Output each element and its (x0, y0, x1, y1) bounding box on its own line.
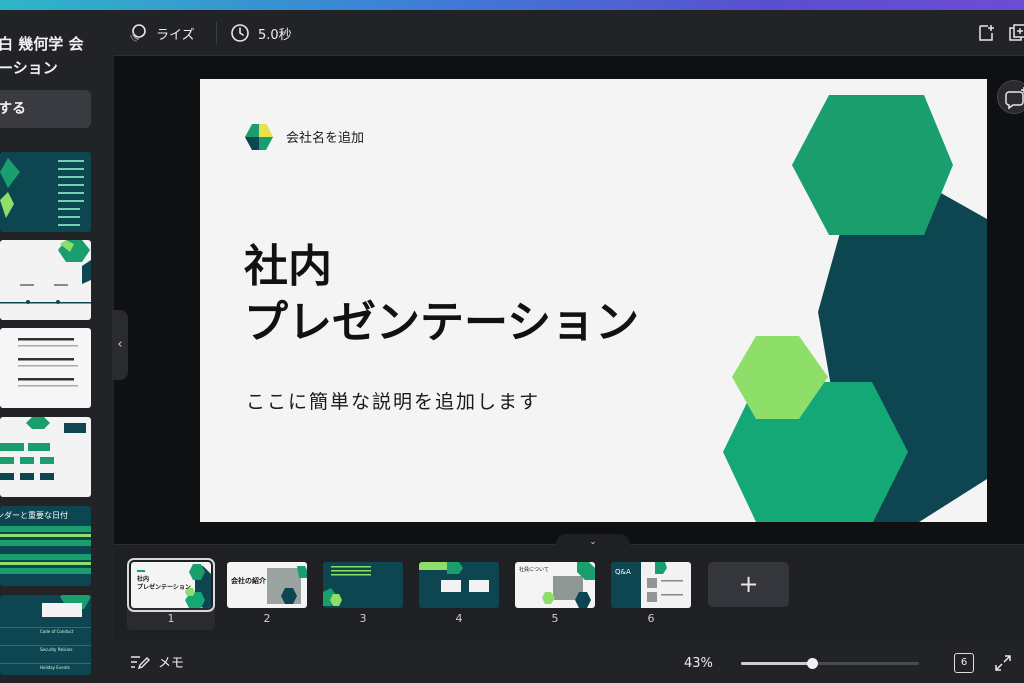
slide-subtitle[interactable]: ここに簡単な説明を追加します (246, 387, 540, 414)
top-accent-bar (0, 0, 1024, 10)
page-number: 6 (647, 612, 655, 625)
page-number: 5 (551, 612, 559, 625)
top-toolbar: ライズ 5.0秒 (114, 10, 1024, 56)
page-thumb-3[interactable] (323, 562, 403, 608)
slide-title-line1: 社内 (244, 241, 332, 292)
left-sidebar: 白 幾何学 会 ーション する ンダーと重要な日付 Code of Conduc… (0, 10, 114, 683)
presentation-title-line1: 白 幾何学 会 (0, 35, 84, 53)
sidebar-slide-thumb[interactable]: ンダーと重要な日付 (0, 506, 91, 586)
fullscreen-icon[interactable] (994, 654, 1012, 672)
animation-button[interactable]: ライズ (128, 10, 195, 56)
notes-label: メモ (158, 656, 185, 671)
sidebar-slide-thumb[interactable] (0, 152, 91, 232)
page-number: 2 (263, 612, 271, 625)
hide-filmstrip-button[interactable]: ⌄ (556, 534, 630, 548)
duplicate-page-icon[interactable] (1008, 23, 1024, 43)
page-number: 4 (455, 612, 463, 625)
duration-button[interactable]: 5.0秒 (230, 10, 292, 56)
comment-plus-icon (1005, 87, 1024, 110)
page-thumb-2[interactable]: 会社の紹介 (227, 562, 307, 608)
sidebar-thumb-row: Holiday Events (40, 665, 70, 670)
add-page-button[interactable]: + (708, 562, 789, 607)
rise-animation-icon (130, 24, 146, 42)
zoom-slider[interactable] (741, 658, 919, 669)
sidebar-thumb-row: Security Policies (40, 647, 73, 652)
sidebar-action-button[interactable]: する (0, 90, 91, 128)
slide-title-line2: プレゼンテーション (244, 297, 640, 348)
duration-label: 5.0秒 (258, 27, 292, 43)
page-thumb-title: 会社の紹介 (231, 577, 266, 585)
page-count-button[interactable]: 6 (954, 653, 974, 673)
page-thumb-title: Q&A (615, 568, 631, 576)
chevron-down-icon: ⌄ (589, 537, 597, 547)
notes-button[interactable]: メモ (130, 652, 184, 671)
page-thumb-1[interactable]: 社内 プレゼンテーション (127, 558, 215, 612)
presentation-title[interactable]: 白 幾何学 会 ーション (0, 32, 83, 80)
page-thumb-4[interactable] (419, 562, 499, 608)
slide-canvas[interactable]: 会社名を追加 社内 プレゼンテーション ここに簡単な説明を追加します (200, 79, 987, 522)
collapse-sidebar-button[interactable]: ‹ (112, 310, 128, 380)
company-logo-icon[interactable] (244, 123, 274, 151)
add-comment-button[interactable] (997, 80, 1024, 114)
zoom-percentage[interactable]: 43% (684, 656, 713, 671)
zoom-slider-fill (741, 662, 813, 665)
page-thumb-title: 社員について (519, 567, 549, 573)
page-thumb-6[interactable]: Q&A (611, 562, 691, 608)
sidebar-slide-thumb[interactable] (0, 417, 91, 497)
chevron-left-icon: ‹ (117, 337, 123, 352)
notes-pen-icon (131, 655, 150, 669)
sidebar-slide-thumb[interactable] (0, 328, 91, 408)
clock-icon (231, 24, 249, 42)
page-thumb-5[interactable]: 社員について (515, 562, 595, 608)
sidebar-slide-thumb[interactable]: Code of Conduct Security Policies Holida… (0, 595, 91, 675)
toolbar-divider (216, 22, 217, 44)
animation-label: ライズ (156, 27, 195, 43)
presentation-title-line2: ーション (0, 59, 58, 77)
company-name-text[interactable]: 会社名を追加 (286, 127, 364, 146)
sidebar-slide-thumb[interactable] (0, 240, 91, 320)
page-number: 3 (359, 612, 367, 625)
sidebar-thumb-row: Code of Conduct (40, 629, 74, 634)
add-page-icon[interactable] (976, 23, 996, 43)
page-number: 1 (167, 612, 175, 625)
page-thumb-title: 社内 プレゼンテーション (137, 576, 191, 591)
slide-title[interactable]: 社内 プレゼンテーション (244, 239, 639, 351)
